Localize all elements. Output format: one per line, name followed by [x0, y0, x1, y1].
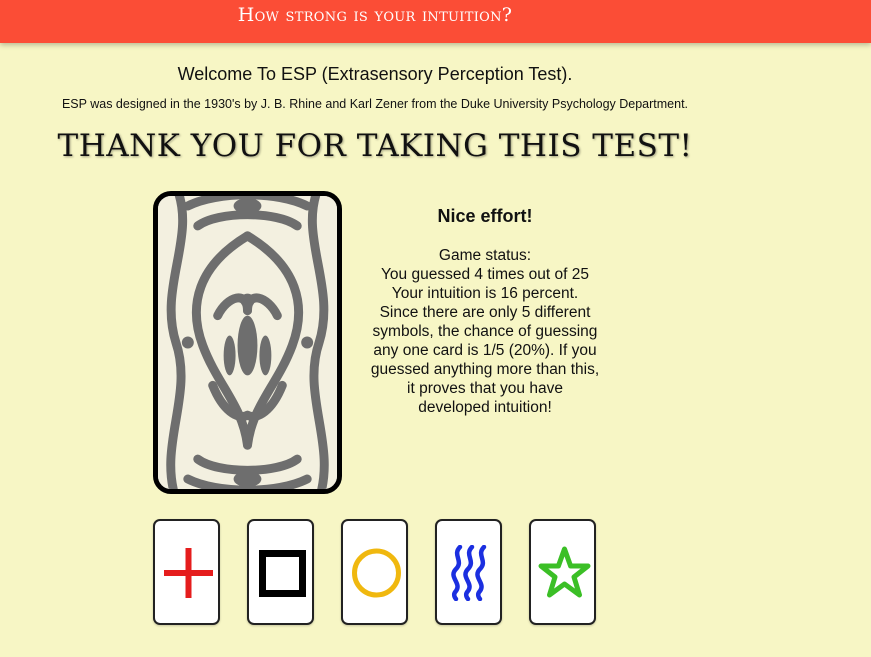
square-icon — [259, 550, 306, 597]
symbol-card-plus[interactable] — [153, 519, 220, 625]
symbol-card-star[interactable] — [529, 519, 596, 625]
page-header-title: How strong is your intuition? — [237, 4, 513, 26]
damask-pattern-icon — [158, 196, 337, 489]
game-status-label: Game status: — [438, 247, 532, 264]
circle-icon — [352, 548, 401, 598]
plus-icon — [164, 548, 213, 598]
symbol-card-square[interactable] — [247, 519, 314, 625]
waves-icon — [451, 545, 487, 601]
top-bar: How strong is your intuition? — [0, 0, 871, 43]
thank-you-banner: THANK YOU FOR TAKING THIS TEST! — [57, 128, 693, 164]
game-status-panel: Nice effort! Game status: You guessed 4 … — [370, 207, 600, 417]
symbol-card-row — [153, 519, 603, 625]
card-back — [153, 191, 342, 494]
result-headline: Nice effort! — [437, 206, 533, 226]
welcome-heading: Welcome To ESP (Extrasensory Perception … — [177, 64, 573, 84]
esp-history-text: ESP was designed in the 1930's by J. B. … — [61, 97, 689, 111]
intuition-percent-text: Your intuition is 16 percent. — [391, 285, 579, 302]
symbol-card-circle[interactable] — [341, 519, 408, 625]
star-icon — [538, 546, 591, 598]
probability-explanation: Since there are only 5 different symbols… — [370, 304, 600, 416]
symbol-card-waves[interactable] — [435, 519, 502, 625]
guess-count-text: You guessed 4 times out of 25 — [381, 266, 589, 283]
